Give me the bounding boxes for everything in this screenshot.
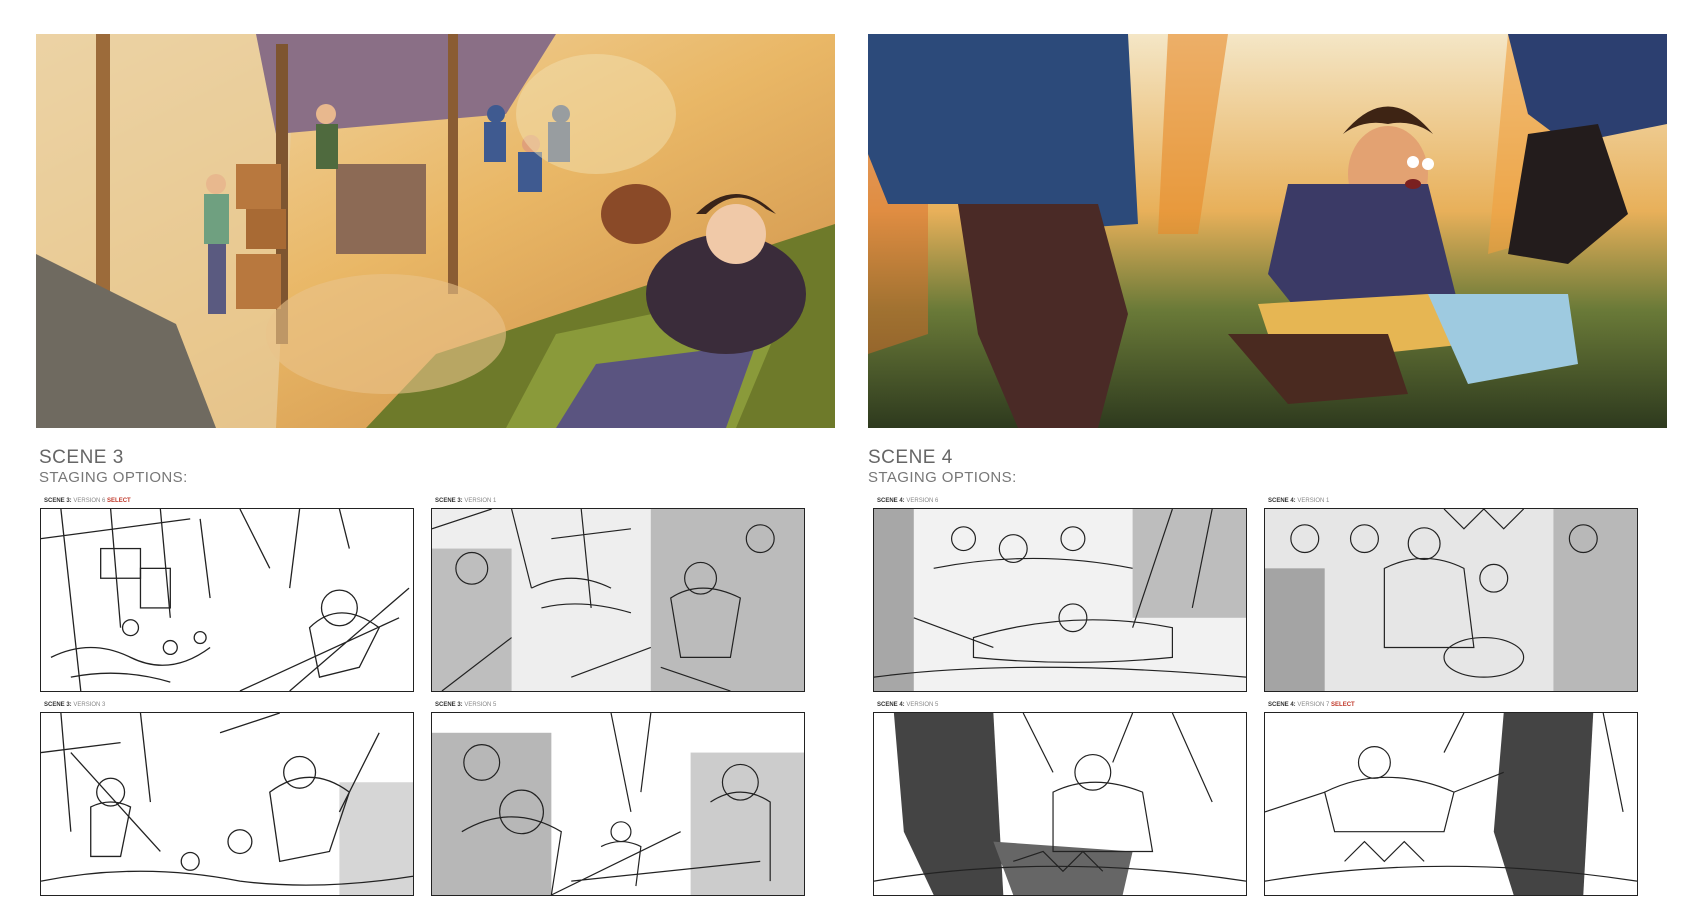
panel-label: SCENE 4: VERSION 7 SELECT bbox=[1268, 701, 1355, 709]
storyboard-panel bbox=[431, 508, 805, 692]
storyboard-panel bbox=[873, 508, 1247, 692]
panel-select-tag: SELECT bbox=[1331, 702, 1355, 708]
storyboard-panel bbox=[40, 508, 414, 692]
panel-select-tag: SELECT bbox=[107, 498, 131, 504]
panel-label: SCENE 3: VERSION 6 SELECT bbox=[44, 497, 131, 505]
scene-4-title: SCENE 4 bbox=[868, 447, 953, 468]
panel-label: SCENE 4: VERSION 5 bbox=[877, 701, 938, 709]
panel-label: SCENE 3: VERSION 5 bbox=[435, 701, 496, 709]
panel-label: SCENE 4: VERSION 6 bbox=[877, 497, 938, 505]
panel-label: SCENE 3: VERSION 1 bbox=[435, 497, 496, 505]
panel-version-label: VERSION 6 bbox=[73, 498, 106, 504]
storyboard-panel bbox=[431, 712, 805, 896]
scene-4-painting bbox=[868, 34, 1667, 428]
storyboard-panel bbox=[40, 712, 414, 896]
panel-scene-label: SCENE 4: bbox=[1268, 498, 1296, 504]
scene-4-subtitle: STAGING OPTIONS: bbox=[868, 469, 1017, 486]
panel-version-label: VERSION 3 bbox=[73, 702, 106, 708]
panel-label: SCENE 4: VERSION 1 bbox=[1268, 497, 1329, 505]
storyboard-panel bbox=[1264, 508, 1638, 692]
panel-version-label: VERSION 1 bbox=[1297, 498, 1330, 504]
panel-label: SCENE 3: VERSION 3 bbox=[44, 701, 105, 709]
storyboard-panel bbox=[873, 712, 1247, 896]
panel-version-label: VERSION 7 bbox=[1297, 702, 1330, 708]
panel-version-label: VERSION 6 bbox=[906, 498, 939, 504]
panel-scene-label: SCENE 3: bbox=[44, 498, 72, 504]
panel-scene-label: SCENE 3: bbox=[435, 702, 463, 708]
panel-version-label: VERSION 1 bbox=[464, 498, 497, 504]
panel-scene-label: SCENE 4: bbox=[877, 498, 905, 504]
scene-3-painting bbox=[36, 34, 835, 428]
scene-3-title: SCENE 3 bbox=[39, 447, 124, 468]
panel-scene-label: SCENE 4: bbox=[877, 702, 905, 708]
storyboard-panel bbox=[1264, 712, 1638, 896]
panel-scene-label: SCENE 3: bbox=[44, 702, 72, 708]
panel-version-label: VERSION 5 bbox=[906, 702, 939, 708]
scene-3-subtitle: STAGING OPTIONS: bbox=[39, 469, 188, 486]
panel-scene-label: SCENE 4: bbox=[1268, 702, 1296, 708]
panel-version-label: VERSION 5 bbox=[464, 702, 497, 708]
panel-scene-label: SCENE 3: bbox=[435, 498, 463, 504]
